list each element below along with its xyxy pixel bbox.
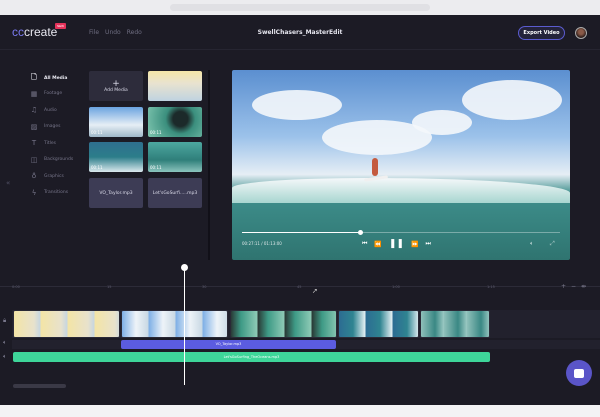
surfer	[372, 158, 378, 176]
chat-button[interactable]	[566, 360, 592, 386]
video-preview[interactable]: 00:27:11 / 01:13:00 ⏮ ⏪ ❚❚ ⏩ ⏭ 🔈︎ ⤢	[232, 70, 570, 260]
rewind-icon[interactable]: ⏪	[374, 241, 381, 248]
duration: 00:11	[150, 130, 162, 135]
audio-file[interactable]: Let'sGoSurfi.....mp3	[148, 178, 202, 208]
audio-file[interactable]: VO_Taylor.mp3	[89, 178, 143, 208]
collapse-sidebar-icon[interactable]: «	[6, 179, 10, 187]
voice-clip[interactable]: VO_Taylor.mp3	[121, 340, 336, 349]
bolt-icon: ϟ	[31, 188, 37, 197]
duration: 00:11	[150, 165, 162, 170]
tick-label: 0:00	[12, 285, 20, 289]
sidebar-item-all-media[interactable]: 🗋 All Media	[30, 73, 67, 84]
video-clip[interactable]	[121, 310, 228, 338]
media-thumbnail[interactable]: 00:11	[148, 142, 202, 172]
duration: 00:11	[91, 130, 103, 135]
sidebar-item-label: Graphics	[44, 173, 64, 179]
sidebar-item-label: Audio	[44, 107, 57, 113]
tick-label: 15	[107, 285, 112, 289]
film-icon: ▦	[30, 89, 38, 98]
fit-icon[interactable]: ⇹	[581, 283, 586, 290]
zoom-out-icon[interactable]: −	[571, 283, 576, 290]
add-media-button[interactable]: + Add Media	[89, 71, 143, 101]
video-clip[interactable]	[420, 310, 490, 338]
browser-chrome	[0, 0, 600, 15]
duration: 00:11	[91, 165, 103, 170]
video-clip[interactable]	[338, 310, 419, 338]
music-icon: ♫	[30, 106, 38, 114]
file-icon: 🗋	[31, 73, 37, 81]
player-controls: ⏮ ⏪ ❚❚ ⏩ ⏭	[362, 239, 431, 249]
sidebar-item-label: Images	[44, 124, 61, 129]
speaker-icon[interactable]: 🔈︎	[3, 339, 7, 347]
video-clip[interactable]	[230, 310, 337, 338]
sidebar-item-transitions[interactable]: ϟ Transitions	[30, 189, 68, 197]
tick-label: 1:00	[392, 285, 400, 289]
music-clip[interactable]: Let'sGoSurfing_TheOceans.mp3	[13, 352, 490, 362]
text-icon: T	[31, 139, 37, 147]
sidebar-item-footage[interactable]: ▦ Footage	[30, 90, 62, 98]
timeline-scrollbar[interactable]	[13, 384, 66, 388]
video-clip[interactable]	[13, 310, 120, 338]
sidebar-item-audio[interactable]: ♫ Audio	[30, 106, 57, 114]
speaker-icon[interactable]: 🔈︎	[3, 353, 7, 361]
avatar[interactable]	[575, 27, 587, 39]
sidebar-item-graphics[interactable]: ♁ Graphics	[30, 172, 64, 180]
fast-forward-icon[interactable]: ⏩	[411, 241, 418, 248]
address-bar[interactable]	[170, 4, 430, 11]
bulb-icon: ♁	[31, 172, 37, 180]
app: cccreate NEW File Undo Redo SwellChasers_…	[0, 15, 600, 405]
sidebar-item-images[interactable]: ▨ Images	[30, 122, 61, 131]
image-icon: ▨	[30, 122, 38, 131]
header: cccreate NEW File Undo Redo SwellChasers_…	[0, 15, 600, 50]
playhead-knob[interactable]	[181, 264, 188, 271]
time-readout: 00:27:11 / 01:13:00	[242, 241, 282, 246]
pause-icon[interactable]: ❚❚	[389, 239, 404, 249]
sidebar-item-label: Titles	[44, 140, 56, 146]
mouse-cursor-icon: ➚	[312, 287, 318, 295]
media-thumbnail[interactable]: 00:11	[89, 107, 143, 137]
media-thumbnail[interactable]: 00:11	[89, 142, 143, 172]
sidebar-item-label: All Media	[44, 76, 68, 81]
playhead[interactable]	[181, 264, 188, 385]
volume-icon[interactable]: 🔈︎	[530, 240, 534, 248]
skip-end-icon[interactable]: ⏭	[425, 240, 430, 248]
media-thumbnail[interactable]: 00:11	[148, 107, 202, 137]
sidebar-item-label: Transitions	[44, 190, 69, 195]
layers-icon: ◫	[30, 155, 38, 164]
wave	[232, 178, 570, 203]
tick-label: 1:15	[487, 285, 495, 289]
plus-icon: +	[112, 78, 120, 89]
sidebar-item-backgrounds[interactable]: ◫ Backgrounds	[30, 155, 74, 164]
skip-start-icon[interactable]: ⏮	[362, 240, 367, 248]
sidebar-item-label: Backgrounds	[44, 157, 74, 162]
tick-label: 45	[297, 285, 302, 289]
progress-knob[interactable]	[357, 230, 363, 235]
export-video-button[interactable]: Export Video	[518, 26, 565, 40]
progress-bar[interactable]	[242, 230, 560, 235]
sidebar-item-label: Footage	[44, 91, 63, 96]
tick-label: 30	[202, 285, 207, 289]
fullscreen-icon[interactable]: ⤢	[550, 240, 555, 248]
project-title[interactable]: SwellChasers_MasterEdit	[0, 29, 600, 36]
panel-scrollbar[interactable]	[208, 70, 210, 260]
lock-icon[interactable]: 🔒︎	[3, 317, 6, 325]
zoom-in-icon[interactable]: +	[561, 283, 566, 290]
media-thumbnail[interactable]	[148, 71, 202, 101]
chat-icon	[574, 368, 584, 378]
add-media-label: Add Media	[104, 87, 128, 93]
sidebar-item-titles[interactable]: T Titles	[30, 139, 56, 147]
